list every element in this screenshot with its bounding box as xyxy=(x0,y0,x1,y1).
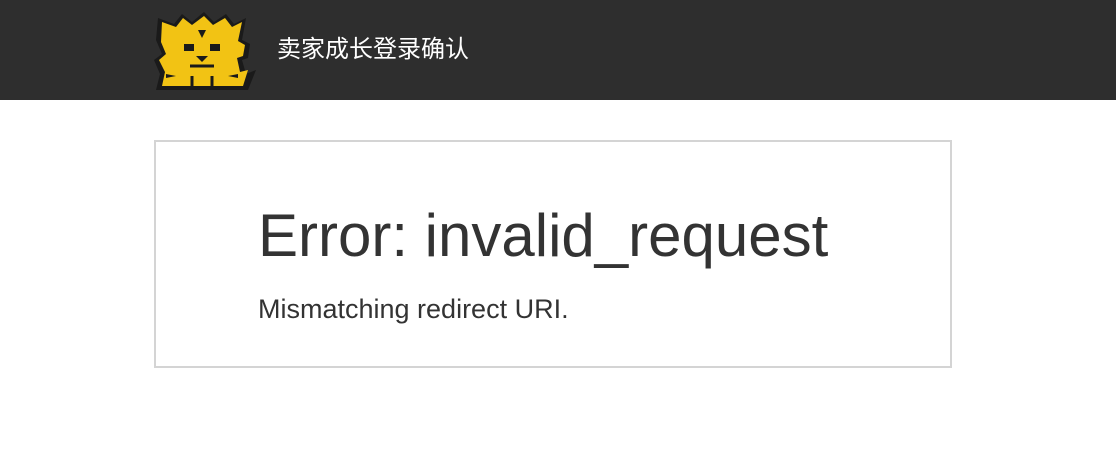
top-header: 卖家成长登录确认 xyxy=(0,0,1116,100)
error-panel: Error: invalid_request Mismatching redir… xyxy=(154,140,952,368)
error-message: Mismatching redirect URI. xyxy=(258,294,569,324)
error-title: Error: invalid_request xyxy=(258,202,829,269)
page-title: 卖家成长登录确认 xyxy=(277,35,469,63)
tiger-logo-icon[interactable] xyxy=(152,10,256,92)
